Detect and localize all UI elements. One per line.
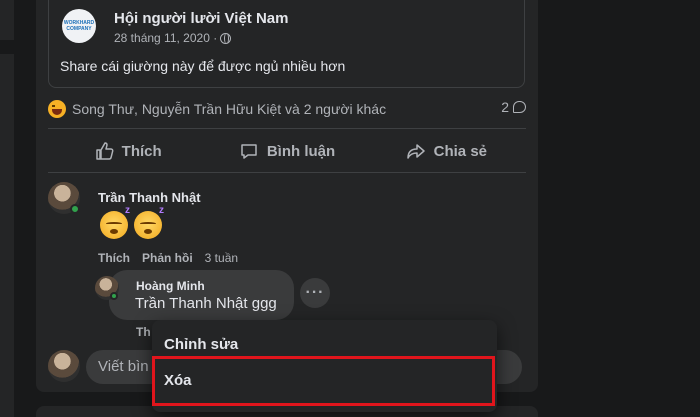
globe-icon: [220, 32, 232, 44]
reply-author[interactable]: Hoàng Minh: [136, 279, 205, 293]
comment-button[interactable]: Bình luận: [207, 133, 366, 169]
share-button[interactable]: Chia sẻ: [367, 133, 526, 169]
current-user-avatar[interactable]: [48, 350, 80, 382]
page-logo[interactable]: WORKHARD COMPANY: [62, 9, 96, 43]
comment-reply-link[interactable]: Phản hồi: [142, 251, 193, 265]
comment-meta: Thích Phản hồi 3 tuần: [98, 251, 238, 265]
shared-post[interactable]: WORKHARD COMPANY Hội người lười Việt Nam…: [48, 0, 525, 88]
sleeping-emoji-icon: z: [100, 205, 130, 239]
comment-like-link[interactable]: Thích: [98, 251, 130, 265]
like-button[interactable]: Thích: [48, 133, 207, 169]
facebook-post-screen: WORKHARD COMPANY Hội người lười Việt Nam…: [0, 0, 700, 417]
sleeping-emoji-icon: z: [134, 205, 164, 239]
logo-text: WORKHARD COMPANY: [63, 20, 95, 32]
share-label: Chia sẻ: [433, 142, 487, 160]
online-status-dot: [70, 204, 80, 214]
comment-icon: [241, 144, 257, 159]
highlight-box: [152, 356, 495, 406]
left-panel-edge: [0, 0, 14, 417]
comment-author[interactable]: Trần Thanh Nhật: [98, 190, 201, 205]
shared-post-meta: 28 tháng 11, 2020 ·: [114, 31, 232, 45]
shared-post-text: Share cái giường này để được ngủ nhiều h…: [60, 58, 346, 74]
divider: [48, 172, 526, 173]
reply-bubble: Hoàng Minh Trần Thanh Nhật ggg: [109, 270, 294, 320]
comment-count[interactable]: 2: [501, 99, 526, 115]
comment-count-value: 2: [501, 99, 509, 115]
like-label: Thích: [121, 142, 162, 160]
post-actions: Thích Bình luận Chia sẻ: [48, 133, 526, 169]
comment-time[interactable]: 3 tuần: [205, 251, 238, 265]
reply-text: Trần Thanh Nhật ggg: [135, 295, 277, 312]
more-options-button[interactable]: ···: [300, 278, 330, 308]
share-icon: [406, 144, 425, 159]
reaction-names[interactable]: Song Thư, Nguyễn Trần Hữu Kiệt và 2 ngườ…: [72, 101, 386, 117]
divider: [48, 128, 526, 129]
comment-bubble-icon: [513, 101, 526, 113]
thumbs-up-icon: [95, 142, 114, 160]
shared-post-date[interactable]: 28 tháng 11, 2020 ·: [114, 31, 217, 45]
shared-page-name[interactable]: Hội người lười Việt Nam: [114, 10, 288, 27]
reply-like-link[interactable]: Th: [136, 325, 151, 339]
reactions-bar: Song Thư, Nguyễn Trần Hữu Kiệt và 2 ngườ…: [48, 98, 526, 120]
online-status-dot: [110, 292, 118, 300]
haha-reaction-icon: [48, 100, 66, 118]
comment-label: Bình luận: [266, 142, 336, 160]
